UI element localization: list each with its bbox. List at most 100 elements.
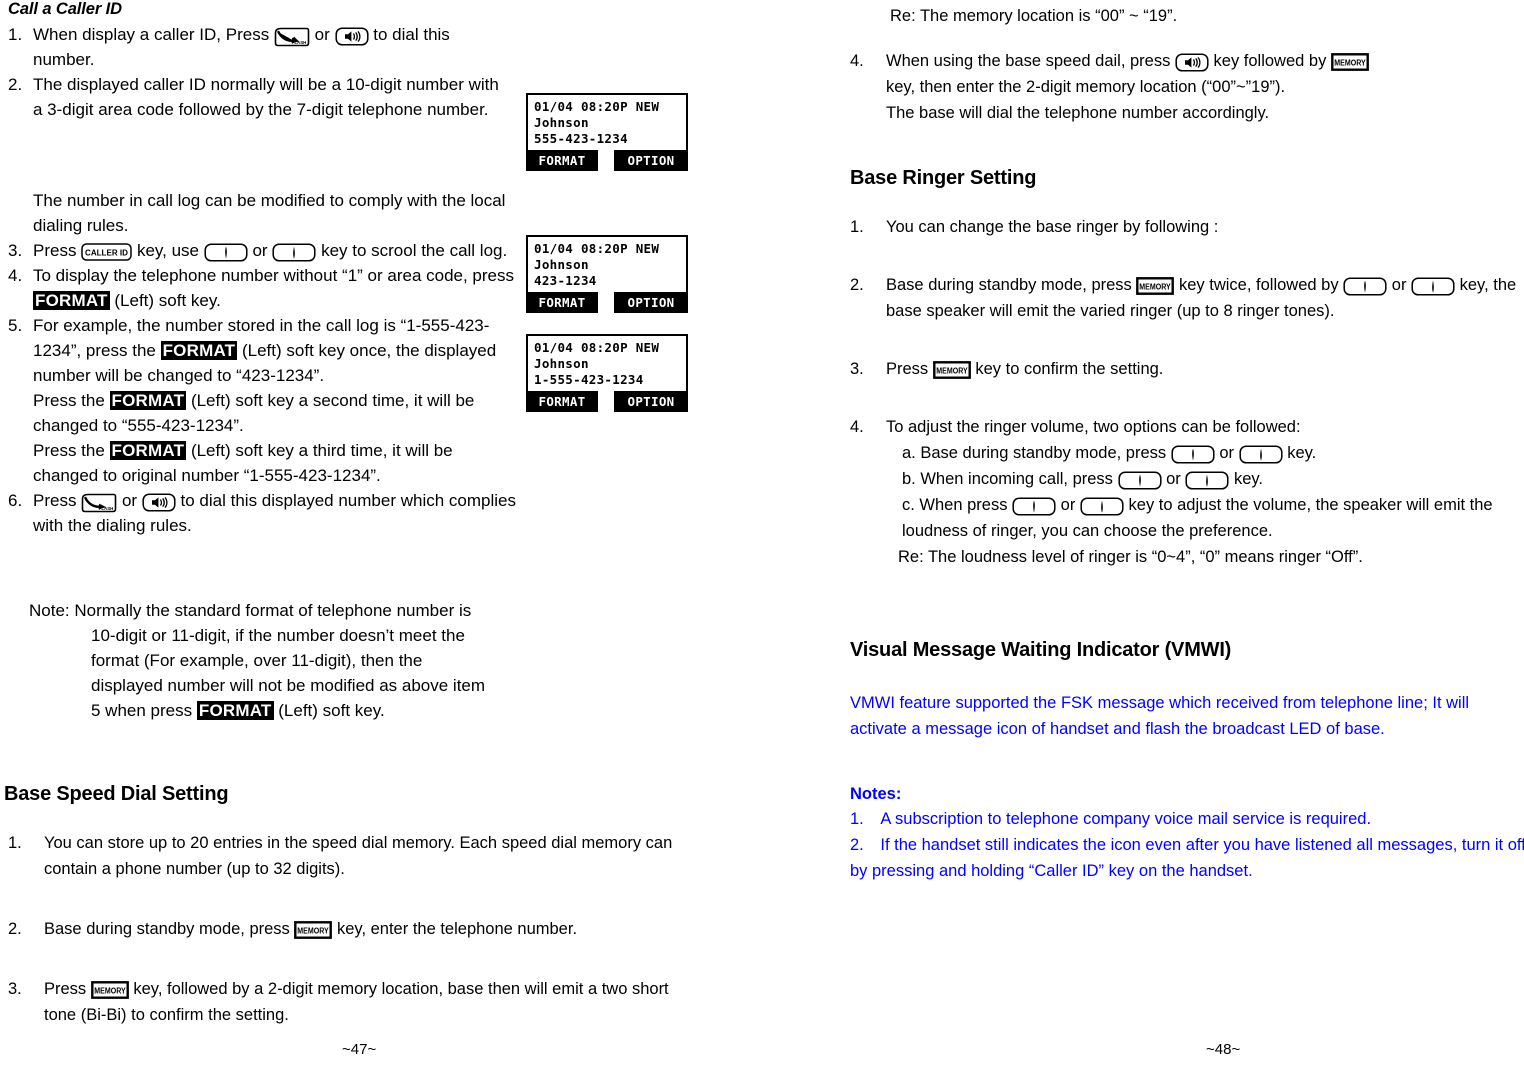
step-text: key followed by (1213, 52, 1327, 70)
list-number: 1. (8, 834, 22, 852)
lcd-line-2: Johnson (534, 115, 589, 130)
down-arrow-key-icon[interactable] (1171, 445, 1215, 464)
memory-key-icon[interactable]: MEMORY (294, 921, 333, 939)
step-text: (Left) soft key. (114, 291, 221, 310)
step-text: The base will dial the telephone number … (886, 104, 1270, 122)
step-text: Base during standby mode, press (44, 920, 290, 938)
lcd-screen: 01/04 08:20P NEW Johnson 1-555-423-1234 (526, 334, 688, 391)
note-label: Note: (29, 601, 70, 620)
lcd-line-3: 1-555-423-1234 (534, 372, 644, 387)
page-number-right: ~48~ (1206, 1041, 1241, 1058)
lcd-softkey-format[interactable]: FORMAT (526, 292, 598, 313)
list-item: 1. A subscription to telephone company v… (850, 806, 1524, 832)
caller-id-steps-1-2: 1. When display a caller ID, Press FLASH… (8, 22, 508, 122)
down-arrow-key-icon[interactable] (1117, 471, 1162, 490)
svg-text:MEMORY: MEMORY (1334, 58, 1366, 68)
list-item: 6. Press FLASH or to dial this displayed… (8, 488, 520, 538)
ringer-steps: 1. You can change the base ringer by fol… (846, 214, 1524, 570)
speed-dial-steps: 1. You can store up to 20 entries in the… (4, 830, 684, 1050)
lcd-softkey-option[interactable]: OPTION (614, 292, 688, 313)
step-text: or (1391, 276, 1407, 294)
step-text: a. Base during standby mode, press (902, 444, 1167, 462)
list-number: 6. (8, 491, 23, 510)
lcd-softkey-option[interactable]: OPTION (614, 391, 688, 412)
caller-id-key-icon[interactable]: CALLER ID (81, 243, 132, 261)
lcd-line-3: 423-1234 (534, 273, 597, 288)
step-text: Base during standby mode, press (886, 276, 1132, 294)
speed-dial-step-4: 4. When using the base speed dail, press… (846, 48, 1524, 126)
up-arrow-key-icon[interactable] (1239, 445, 1283, 464)
step-text: Press (44, 980, 87, 998)
list-number: 4. (850, 52, 864, 70)
caller-id-steps-3-6: 3. Press CALLER ID key, use or key to sc… (8, 238, 520, 538)
lcd-display-1: 01/04 08:20P NEW Johnson 555-423-1234 FO… (526, 93, 688, 171)
memory-key-icon[interactable]: MEMORY (932, 361, 971, 379)
format-softkey-reference[interactable]: FORMAT (109, 391, 187, 410)
list-item: 4. When using the base speed dail, press… (846, 48, 1524, 126)
list-item: 2. If the handset still indicates the ic… (850, 832, 1524, 884)
step-text: key to scrool the call log. (321, 241, 508, 260)
step-text: Press (886, 360, 929, 378)
lcd-softkey-format[interactable]: FORMAT (526, 391, 598, 412)
list-item: 2. Base during standby mode, press MEMOR… (4, 916, 684, 942)
lcd-softkey-bar: FORMAT OPTION (526, 150, 688, 171)
lcd-screen: 01/04 08:20P NEW Johnson 555-423-1234 (526, 93, 688, 150)
list-item: 2. Base during standby mode, press MEMOR… (846, 272, 1524, 324)
up-arrow-key-icon[interactable] (1080, 497, 1124, 516)
format-softkey-reference[interactable]: FORMAT (196, 701, 274, 720)
down-arrow-key-icon[interactable] (204, 243, 248, 262)
lcd-softkey-option[interactable]: OPTION (614, 150, 688, 171)
step-text: To adjust the ringer volume, two options… (886, 418, 1301, 436)
up-arrow-key-icon[interactable] (1411, 277, 1455, 296)
svg-text:CALLER ID: CALLER ID (85, 248, 128, 257)
format-softkey-reference[interactable]: FORMAT (160, 341, 238, 360)
lcd-softkey-bar: FORMAT OPTION (526, 391, 688, 412)
list-number: 2. (8, 75, 23, 94)
speakerphone-key-icon[interactable] (142, 493, 176, 512)
step-text: key. (1287, 444, 1317, 462)
memory-key-icon[interactable]: MEMORY (1136, 277, 1175, 295)
step-text: key to confirm the setting. (975, 360, 1164, 378)
step-text: Press (33, 241, 77, 260)
step-text: When display a caller ID, Press (33, 25, 270, 44)
ringer-section-heading: Base Ringer Setting (850, 167, 1037, 189)
memory-key-icon[interactable]: MEMORY (90, 981, 129, 999)
step-text: Press (33, 491, 77, 510)
up-arrow-key-icon[interactable] (272, 243, 316, 262)
lcd-softkey-gap (598, 391, 614, 412)
step-text: key, enter the telephone number. (337, 920, 578, 938)
up-arrow-key-icon[interactable] (1185, 471, 1229, 490)
list-item: 3. Press CALLER ID key, use or key to sc… (8, 238, 520, 263)
talk-flash-key-icon[interactable]: FLASH (274, 27, 310, 47)
down-arrow-key-icon[interactable] (1012, 497, 1056, 516)
page-number-left: ~47~ (342, 1041, 377, 1058)
svg-text:MEMORY: MEMORY (298, 926, 330, 936)
speakerphone-key-icon[interactable] (1175, 53, 1209, 72)
step-text: You can change the base ringer by follow… (886, 218, 1219, 236)
talk-flash-key-icon[interactable]: FLASH (81, 493, 117, 513)
list-number: 3. (8, 980, 22, 998)
note-text: A subscription to telephone company voic… (880, 810, 1372, 828)
lcd-softkey-format[interactable]: FORMAT (526, 150, 598, 171)
memory-key-icon[interactable]: MEMORY (1331, 53, 1369, 71)
step-text: Press the (33, 391, 105, 410)
page-right: Re: The memory location is “00” ~ “19”. … (762, 0, 1524, 1076)
list-number: 4. (8, 266, 23, 285)
step-text: You can store up to 20 entries in the sp… (44, 834, 673, 878)
vmwi-section-heading: Visual Message Waiting Indicator (VMWI) (850, 639, 1232, 661)
lcd-line-3: 555-423-1234 (534, 131, 628, 146)
svg-text:MEMORY: MEMORY (94, 986, 126, 996)
list-item: 5. For example, the number stored in the… (8, 313, 520, 488)
step-text: or (1060, 496, 1076, 514)
format-softkey-reference[interactable]: FORMAT (33, 291, 110, 310)
list-item: 3. Press MEMORY key, followed by a 2-dig… (4, 976, 684, 1028)
caller-id-step2-extra: The number in call log can be modified t… (33, 191, 506, 235)
list-item: 1. You can store up to 20 entries in the… (4, 830, 684, 882)
format-softkey-reference[interactable]: FORMAT (109, 441, 187, 460)
step-text: key, then enter the 2-digit memory locat… (886, 78, 1286, 96)
down-arrow-key-icon[interactable] (1343, 277, 1387, 296)
page-left: Call a Caller ID 1. When display a calle… (0, 0, 762, 1076)
speakerphone-key-icon[interactable] (334, 27, 369, 46)
list-item: 4. To adjust the ringer volume, two opti… (846, 414, 1524, 570)
lcd-line-2: Johnson (534, 257, 589, 272)
